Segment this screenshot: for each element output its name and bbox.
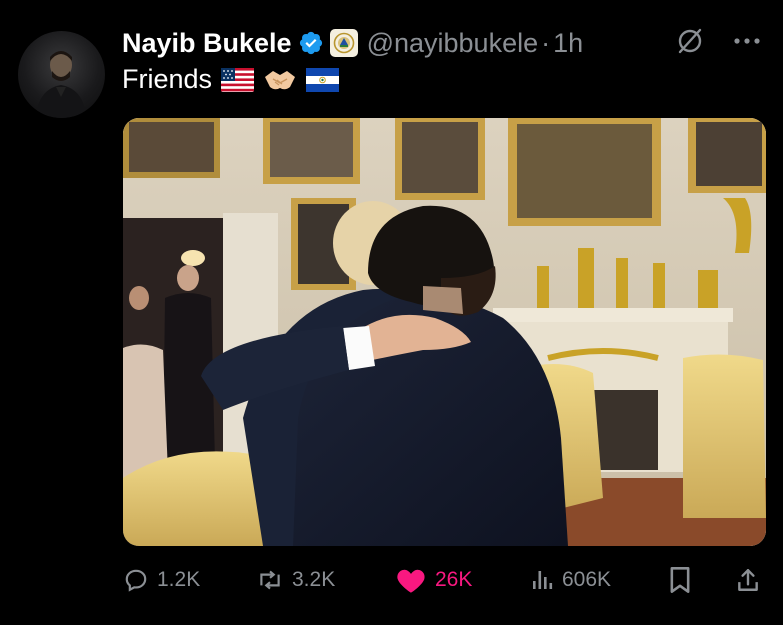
views-button[interactable]: 606K — [530, 560, 611, 600]
grok-icon[interactable] — [675, 26, 705, 56]
author-handle[interactable]: @nayibbukele — [367, 28, 539, 59]
more-icon[interactable] — [733, 37, 761, 45]
separator-dot: · — [541, 27, 551, 58]
tweet-text-body: Friends — [122, 64, 213, 94]
tweet-text: Friends — [122, 64, 340, 95]
tweet-header: Nayib Bukele @nayibbukele · 1h — [122, 26, 763, 60]
bookmark-icon — [670, 567, 690, 593]
share-button[interactable] — [735, 560, 761, 600]
like-button[interactable]: 26K — [395, 560, 472, 600]
author-name[interactable]: Nayib Bukele — [122, 28, 292, 59]
tweet-image[interactable] — [123, 118, 766, 546]
bookmark-button[interactable] — [668, 560, 692, 600]
heart-icon — [397, 569, 425, 593]
repost-icon — [260, 570, 280, 590]
share-icon — [738, 569, 758, 591]
el-salvador-flag-emoji — [306, 67, 340, 92]
reply-button[interactable]: 1.2K — [123, 560, 200, 600]
repost-button[interactable]: 3.2K — [256, 560, 335, 600]
post-time[interactable]: 1h — [553, 28, 583, 59]
verified-badge-icon[interactable] — [298, 30, 324, 56]
handshake-emoji — [265, 70, 296, 89]
reply-count: 1.2K — [157, 568, 201, 591]
reply-icon — [125, 569, 147, 592]
post-options — [675, 26, 761, 56]
repost-count: 3.2K — [292, 568, 336, 591]
us-flag-emoji — [221, 67, 255, 92]
like-count: 26K — [435, 568, 473, 591]
view-count: 606K — [562, 568, 612, 591]
action-bar: 1.2K 3.2K 26K 606K — [123, 560, 766, 600]
government-seal-icon[interactable] — [329, 29, 358, 57]
views-icon — [533, 571, 553, 589]
avatar[interactable] — [18, 31, 105, 118]
